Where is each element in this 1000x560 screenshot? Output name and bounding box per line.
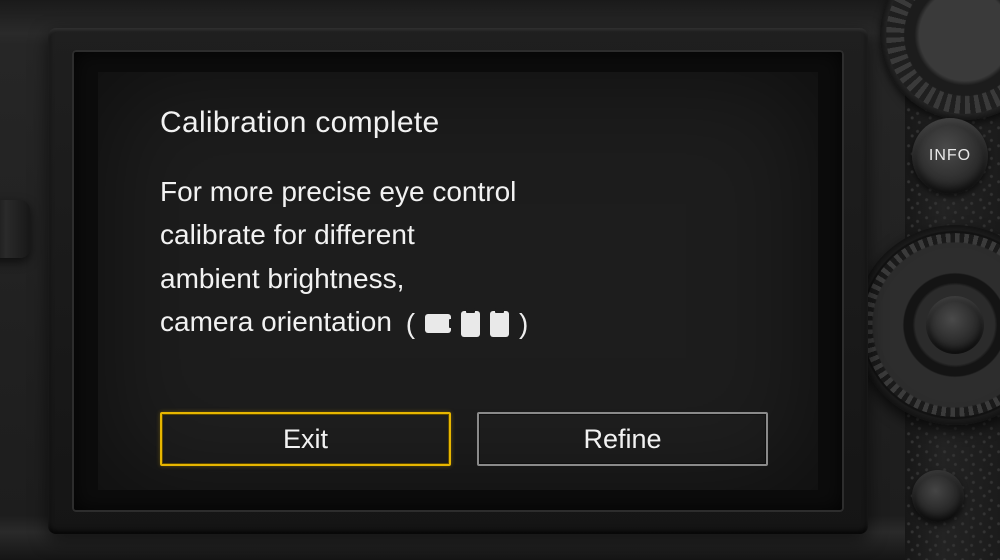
q-button[interactable] (912, 470, 964, 522)
exit-button[interactable]: Exit (160, 412, 451, 466)
mode-dial[interactable] (880, 0, 1000, 120)
body-line-4-text: camera orientation (160, 306, 392, 337)
orientation-icon-group: ( ) (406, 302, 529, 345)
dialog-title: Calibration complete (160, 106, 768, 140)
dialog-button-row: Exit Refine (160, 412, 768, 466)
set-button[interactable] (926, 296, 984, 354)
camera-body: INFO Calibration complete For more preci… (0, 0, 1000, 560)
info-button-label: INFO (929, 147, 971, 165)
lcd-screen: Calibration complete For more precise ey… (98, 72, 818, 490)
body-line-2: calibrate for different (160, 213, 768, 256)
body-line-1: For more precise eye control (160, 170, 768, 213)
camera-orientation-portrait-left-icon (461, 311, 480, 337)
body-line-4: camera orientation ( ) (160, 300, 768, 345)
refine-button[interactable]: Refine (477, 412, 768, 466)
rear-control-wheel[interactable] (855, 225, 1000, 425)
dialog-body: For more precise eye control calibrate f… (160, 170, 768, 404)
lcd-frame: Calibration complete For more precise ey… (48, 28, 868, 534)
paren-close: ) (519, 302, 528, 345)
camera-orientation-landscape-icon (425, 314, 451, 333)
info-button[interactable]: INFO (912, 118, 988, 194)
strap-lug (0, 200, 30, 258)
paren-open: ( (406, 302, 415, 345)
body-line-3: ambient brightness, (160, 257, 768, 300)
camera-orientation-portrait-right-icon (490, 311, 509, 337)
